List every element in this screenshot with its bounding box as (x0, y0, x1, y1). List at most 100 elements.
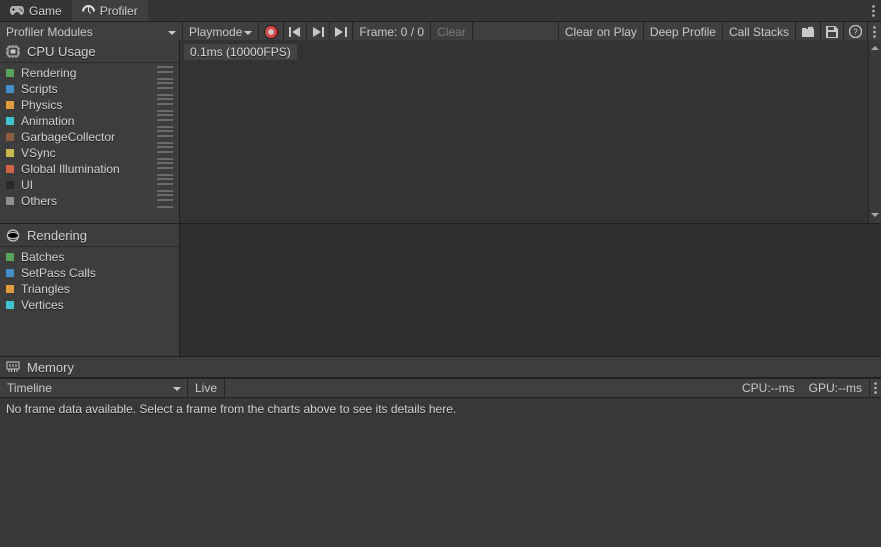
detail-message: No frame data available. Select a frame … (6, 402, 456, 416)
clear-label: Clear (437, 25, 466, 39)
gpu-time-label: GPU:--ms (809, 381, 862, 395)
tab-profiler-label: Profiler (100, 4, 138, 18)
record-button[interactable] (259, 22, 284, 41)
cpu-time-label: CPU:--ms (742, 381, 795, 395)
color-swatch (6, 253, 14, 261)
color-swatch (6, 165, 14, 173)
skip-first-icon (289, 27, 301, 37)
legend-item[interactable]: Global Illumination (0, 161, 179, 177)
legend-label: Scripts (21, 82, 150, 96)
clear-on-play-button[interactable]: Clear on Play (559, 22, 644, 41)
clear-on-play-label: Clear on Play (565, 25, 637, 39)
kebab-icon (873, 26, 876, 38)
toolbar-overflow-menu[interactable] (868, 22, 881, 41)
call-stacks-button[interactable]: Call Stacks (723, 22, 796, 41)
drag-handle-icon[interactable] (157, 194, 173, 208)
live-button[interactable]: Live (188, 379, 225, 397)
drag-handle-icon[interactable] (157, 114, 173, 128)
legend-label: Physics (21, 98, 150, 112)
memory-module-header[interactable]: Memory (0, 357, 881, 377)
deep-profile-button[interactable]: Deep Profile (644, 22, 723, 41)
legend-item[interactable]: VSync (0, 145, 179, 161)
legend-item[interactable]: SetPass Calls (0, 265, 179, 281)
color-swatch (6, 269, 14, 277)
drag-handle-icon[interactable] (157, 178, 173, 192)
tab-profiler[interactable]: Profiler (72, 0, 148, 21)
rendering-legend-list: Batches SetPass Calls TrianglesVertices (0, 247, 179, 356)
cpu-sidebar: CPU Usage Rendering Scripts PhysicsAnimati… (0, 40, 180, 223)
step-back-icon (312, 27, 324, 37)
legend-item[interactable]: UI (0, 177, 179, 193)
scroll-down-icon[interactable] (869, 211, 881, 223)
tab-game[interactable]: Game (0, 0, 72, 21)
legend-item[interactable]: Physics (0, 97, 179, 113)
cpu-chart-area[interactable]: 0.1ms (10000FPS) (180, 40, 881, 223)
tab-overflow-menu[interactable] (865, 0, 881, 21)
drag-handle-icon[interactable] (157, 98, 173, 112)
legend-label: UI (21, 178, 150, 192)
module-cpu-usage: CPU Usage Rendering Scripts PhysicsAnimati… (0, 40, 881, 224)
chart-scrollbar[interactable] (868, 40, 881, 223)
skip-last-icon (335, 27, 347, 37)
cpu-module-header[interactable]: CPU Usage (0, 40, 179, 63)
drag-handle-icon[interactable] (157, 82, 173, 96)
prev-frame-button[interactable] (307, 22, 330, 41)
rendering-chart-area[interactable] (180, 224, 881, 356)
detail-body: No frame data available. Select a frame … (0, 398, 881, 547)
drag-handle-icon[interactable] (157, 66, 173, 80)
rendering-sidebar: Rendering Batches SetPass Calls TrianglesV… (0, 224, 180, 356)
color-swatch (6, 85, 14, 93)
legend-item[interactable]: Others (0, 193, 179, 209)
drag-handle-icon[interactable] (157, 130, 173, 144)
save-button[interactable] (821, 22, 844, 41)
legend-label: VSync (21, 146, 150, 160)
cpu-icon (6, 45, 20, 58)
record-icon (264, 25, 278, 39)
legend-item[interactable]: GarbageCollector (0, 129, 179, 145)
legend-label: Others (21, 194, 150, 208)
profiler-body: CPU Usage Rendering Scripts PhysicsAnimati… (0, 40, 881, 547)
legend-label: Rendering (21, 66, 150, 80)
legend-label: Batches (21, 250, 173, 264)
legend-item[interactable]: Animation (0, 113, 179, 129)
profiler-toolbar: Profiler Modules Playmode Frame: 0 / 0 C… (0, 22, 881, 42)
help-button[interactable]: ? (844, 22, 868, 41)
live-label: Live (195, 381, 217, 395)
legend-item[interactable]: Batches (0, 249, 179, 265)
legend-item[interactable]: Rendering (0, 65, 179, 81)
legend-item[interactable]: Triangles (0, 281, 179, 297)
rendering-icon (6, 229, 20, 242)
legend-item[interactable]: Vertices (0, 297, 179, 313)
first-frame-button[interactable] (284, 22, 307, 41)
playmode-dropdown[interactable]: Playmode (183, 22, 259, 41)
detail-view-label: Timeline (7, 381, 52, 395)
rendering-module-header[interactable]: Rendering (0, 224, 179, 247)
legend-label: SetPass Calls (21, 266, 173, 280)
save-icon (826, 26, 838, 38)
rendering-title-label: Rendering (27, 228, 87, 243)
detail-view-dropdown[interactable]: Timeline (0, 379, 188, 397)
scroll-up-icon[interactable] (869, 40, 881, 52)
next-frame-button[interactable] (330, 22, 353, 41)
profiler-tab-icon (82, 5, 95, 17)
drag-handle-icon[interactable] (157, 162, 173, 176)
clear-button[interactable]: Clear (431, 22, 473, 41)
detail-overflow-menu[interactable] (870, 379, 881, 397)
frame-counter-label: Frame: 0 / 0 (359, 25, 424, 39)
help-icon: ? (849, 25, 862, 38)
color-swatch (6, 149, 14, 157)
color-swatch (6, 181, 14, 189)
legend-item[interactable]: Scripts (0, 81, 179, 97)
memory-icon (6, 361, 20, 373)
call-stacks-label: Call Stacks (729, 25, 789, 39)
cpu-legend-list: Rendering Scripts PhysicsAnimationGarbageC… (0, 63, 179, 223)
memory-title-label: Memory (27, 360, 74, 375)
cpu-title-label: CPU Usage (27, 44, 96, 59)
frame-counter[interactable]: Frame: 0 / 0 (353, 22, 431, 41)
legend-label: Triangles (21, 282, 173, 296)
profiler-modules-dropdown[interactable]: Profiler Modules (0, 22, 183, 41)
load-button[interactable] (796, 22, 821, 41)
load-icon (801, 26, 815, 38)
drag-handle-icon[interactable] (157, 146, 173, 160)
tab-bar: Game Profiler (0, 0, 881, 22)
